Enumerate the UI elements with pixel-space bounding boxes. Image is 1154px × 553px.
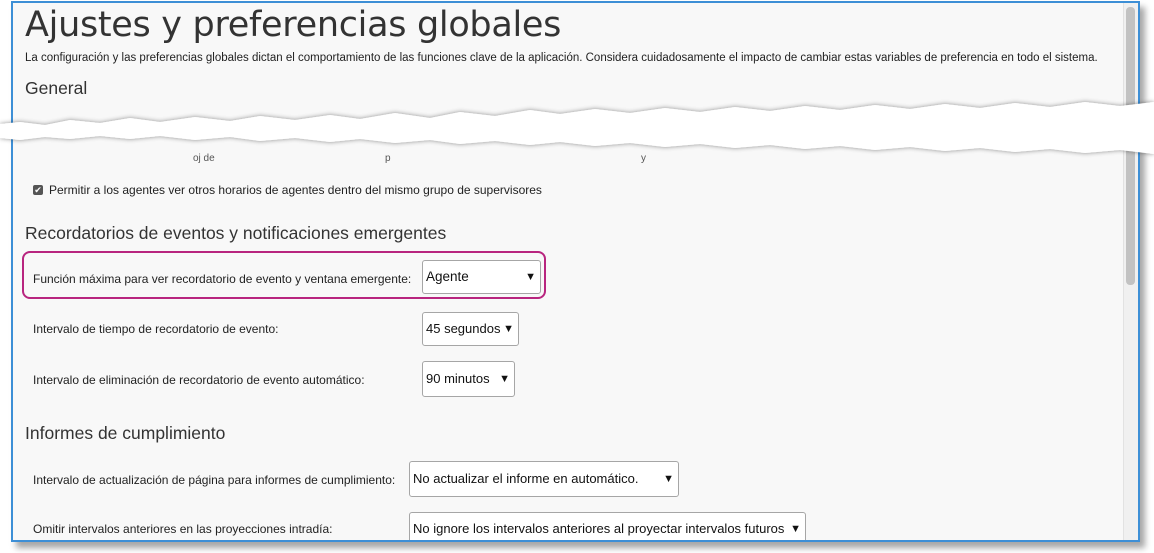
checkmark-icon[interactable]: ✔ (33, 185, 43, 195)
reminder-interval-select[interactable]: 45 segundos ▼ (422, 312, 519, 346)
auto-delete-interval-value: 90 minutos (426, 371, 490, 386)
max-role-value: Agente (426, 269, 469, 284)
connection-string-fragment-2: n=C unity;user id= password= (643, 120, 776, 131)
page-description: La configuración y las preferencias glob… (25, 52, 1098, 64)
auto-delete-interval-label: Intervalo de eliminación de recordatorio… (33, 373, 365, 387)
max-role-label: Función máxima para ver recordatorio de … (33, 272, 412, 286)
section-reminders-title: Recordatorios de eventos y notificacione… (25, 223, 447, 243)
settings-window: Ajustes y preferencias globales La confi… (11, 1, 1140, 542)
page-title: Ajustes y preferencias globales (25, 5, 562, 45)
agent-schedule-visibility-checkbox[interactable]: ✔ Permitir a los agentes ver otros horar… (33, 183, 542, 197)
skip-past-intervals-select[interactable]: No ignore los intervalos anteriores al p… (409, 512, 806, 540)
section-general-title: General (25, 78, 88, 98)
chevron-down-icon: ▼ (790, 523, 801, 535)
auto-delete-interval-select[interactable]: 90 minutos ▼ (422, 361, 515, 397)
hidden-text-fragment: oj de (193, 153, 215, 164)
skip-past-intervals-label: Omitir intervalos anteriores en las proy… (33, 522, 333, 536)
connection-string-fragment: Source= cal\ (468, 120, 524, 131)
skip-past-intervals-value: No ignore los intervalos anteriores al p… (413, 521, 785, 536)
agent-schedule-visibility-label: Permitir a los agentes ver otros horario… (49, 183, 542, 197)
section-compliance-title: Informes de cumplimiento (25, 423, 226, 443)
chevron-down-icon: ▼ (503, 323, 514, 335)
refresh-interval-value: No actualizar el informe en automático. (413, 471, 639, 486)
vertical-scrollbar[interactable] (1123, 3, 1138, 540)
refresh-interval-label: Intervalo de actualización de página par… (33, 473, 396, 487)
chevron-down-icon: ▼ (499, 373, 510, 385)
reminder-interval-label: Intervalo de tiempo de recordatorio de e… (33, 322, 279, 336)
max-role-select[interactable]: Agente ▼ (422, 260, 541, 294)
hidden-text-fragment-2: p (385, 153, 391, 164)
scrollbar-thumb[interactable] (1126, 7, 1135, 285)
chevron-down-icon: ▼ (663, 473, 674, 485)
hidden-text-fragment-3: y (641, 153, 646, 164)
chevron-down-icon: ▼ (525, 271, 536, 283)
refresh-interval-select[interactable]: No actualizar el informe en automático. … (409, 461, 679, 497)
reminder-interval-value: 45 segundos (426, 321, 501, 336)
